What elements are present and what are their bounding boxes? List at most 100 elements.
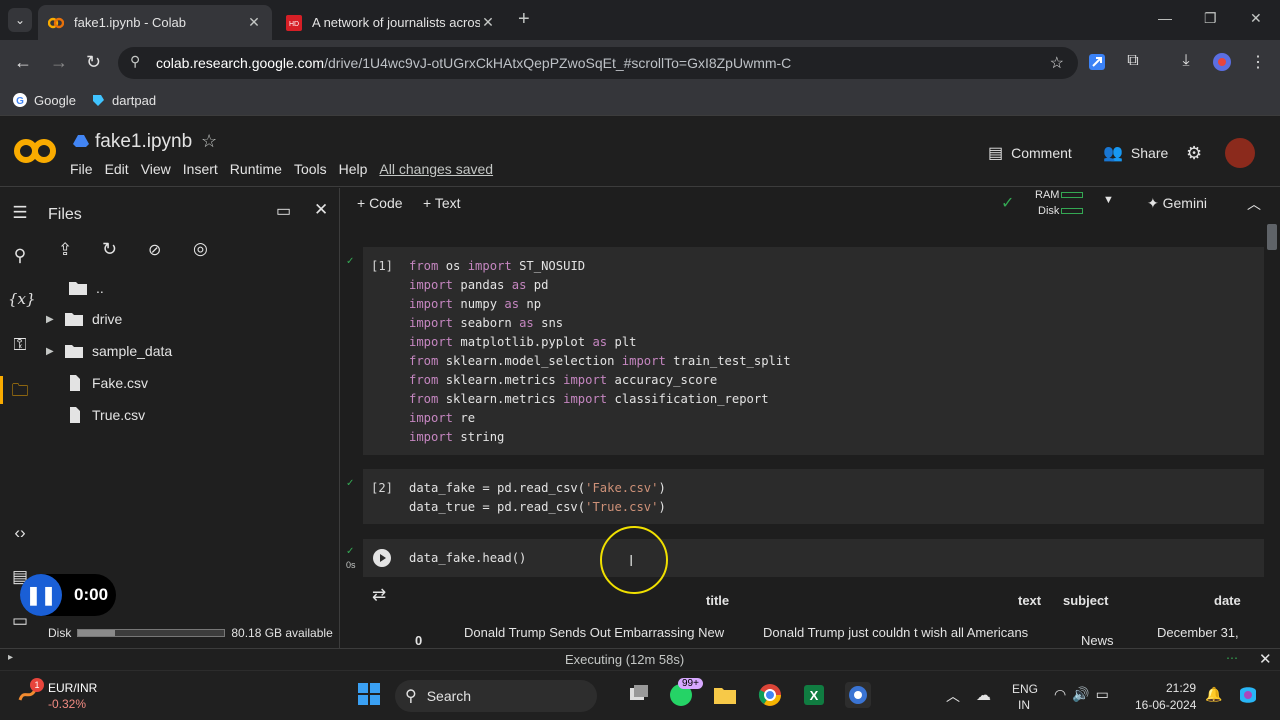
pause-icon[interactable]: ❚❚ <box>20 574 62 616</box>
notebook-title[interactable]: fake1.ipynb <box>95 131 192 153</box>
menu-edit[interactable]: Edit <box>105 161 129 177</box>
notifications-bell-icon[interactable]: 🔔 <box>1205 686 1222 703</box>
gemini-button[interactable]: ✦ Gemini <box>1147 195 1207 212</box>
menu-runtime[interactable]: Runtime <box>230 161 282 177</box>
forward-icon[interactable]: → <box>50 52 68 73</box>
share-button[interactable]: 👥 Share <box>1103 143 1168 163</box>
collapse-header-icon[interactable]: ︿ <box>1247 194 1261 214</box>
output-actions-icon[interactable]: ⇄ <box>372 585 386 605</box>
upload-file-icon[interactable]: ⇪ <box>58 240 72 260</box>
table-of-contents-icon[interactable]: ☰ <box>8 203 32 227</box>
copilot-icon[interactable] <box>1236 683 1260 707</box>
new-tab-icon[interactable]: + <box>518 8 530 31</box>
user-avatar[interactable] <box>1225 138 1255 168</box>
add-text-button[interactable]: + Text <box>423 195 461 211</box>
table-cell-title: Donald Trump Sends Out Embarrassing New <box>464 625 725 640</box>
cell-code[interactable]: from os import ST_NOSUID import pandas as… <box>409 257 791 447</box>
menu-file[interactable]: File <box>70 161 93 177</box>
show-hidden-icons[interactable]: ︿ <box>946 686 960 706</box>
back-icon[interactable]: ← <box>14 52 32 73</box>
windows-start-icon[interactable] <box>356 682 382 708</box>
expand-status-icon[interactable]: ▸ <box>8 652 13 663</box>
profile-avatar-icon[interactable] <box>1211 52 1233 74</box>
chrome-icon[interactable] <box>757 682 783 708</box>
site-info-icon[interactable]: ⚲ <box>130 53 140 70</box>
onedrive-cloud-icon[interactable]: ☁ <box>976 686 991 704</box>
weather-widget[interactable]: 1 <box>16 678 44 706</box>
expand-caret-icon[interactable]: ▶ <box>46 346 64 357</box>
excel-icon[interactable]: X <box>801 682 827 708</box>
extensions-puzzle-icon[interactable]: ⧉ <box>1122 52 1144 74</box>
expand-caret-icon[interactable]: ▶ <box>46 314 64 325</box>
close-window-icon[interactable]: ✕ <box>1250 10 1262 27</box>
resources-dropdown-icon[interactable]: ▼ <box>1103 194 1114 206</box>
terminal-icon[interactable]: ▭ <box>8 611 32 635</box>
refresh-icon[interactable]: ↻ <box>102 239 117 260</box>
code-cell-2[interactable]: [2] data_fake = pd.read_csv('Fake.csv') d… <box>363 469 1264 524</box>
tab-search-button[interactable]: ⌄ <box>8 8 32 32</box>
hide-files-icon[interactable]: ◎ <box>193 239 208 259</box>
cell-code[interactable]: data_fake = pd.read_csv('Fake.csv') data_… <box>409 479 666 517</box>
variables-icon[interactable]: {x} <box>8 290 36 314</box>
bookmark-dartpad[interactable]: dartpad <box>90 92 156 108</box>
file-item-sample-data[interactable]: ▶ sample_data <box>46 340 172 362</box>
reload-icon[interactable]: ↻ <box>86 52 101 73</box>
bookmark-google[interactable]: G Google <box>12 92 76 108</box>
secrets-key-icon[interactable]: ⚿ <box>8 335 32 359</box>
taskbar-search[interactable]: ⚲ Search <box>395 680 597 712</box>
clock-date[interactable]: 16-06-2024 <box>1135 698 1196 712</box>
whatsapp-icon[interactable]: 99+ <box>668 678 703 708</box>
run-cell-icon[interactable] <box>372 548 392 568</box>
close-panel-icon[interactable]: ✕ <box>314 200 328 220</box>
files-folder-icon[interactable]: 🗀 <box>8 378 32 402</box>
search-icon[interactable]: ⚲ <box>8 246 32 270</box>
code-snippets-icon[interactable]: ‹› <box>8 523 32 547</box>
disk-resource-label[interactable]: Disk <box>1038 205 1059 217</box>
file-item-fake-csv[interactable]: Fake.csv <box>64 372 148 394</box>
restore-icon[interactable]: ❐ <box>1204 10 1217 27</box>
extension-blue-icon[interactable] <box>1086 52 1108 74</box>
open-in-tab-icon[interactable]: ▭ <box>276 201 291 221</box>
status-dots-icon[interactable]: ⋯ <box>1226 651 1238 665</box>
menu-tools[interactable]: Tools <box>294 161 327 177</box>
app-icon-active[interactable] <box>845 682 871 708</box>
file-explorer-icon[interactable] <box>712 682 738 708</box>
screen-recorder-widget[interactable]: ❚❚ 0:00 <box>20 574 116 616</box>
tab-colab[interactable]: fake1.ipynb - Colab ✕ <box>38 5 272 40</box>
file-item-parent[interactable]: .. <box>50 277 104 299</box>
url-host: colab.research.google.com <box>156 55 325 71</box>
bookmark-star-icon[interactable]: ☆ <box>1050 53 1064 73</box>
task-view-icon[interactable] <box>626 682 652 708</box>
svg-text:X: X <box>810 688 819 703</box>
minimize-icon[interactable]: — <box>1158 10 1172 26</box>
download-icon[interactable]: ⤓ <box>1175 52 1197 74</box>
language-indicator[interactable]: ENG <box>1012 682 1038 696</box>
cell-code[interactable]: data_fake.head() <box>409 549 526 568</box>
star-icon[interactable]: ☆ <box>201 131 217 152</box>
code-cell-1[interactable]: [1] from os import ST_NOSUID import panda… <box>363 247 1264 455</box>
clock-time[interactable]: 21:29 <box>1166 681 1196 695</box>
menu-view[interactable]: View <box>141 161 171 177</box>
settings-gear-icon[interactable]: ⚙ <box>1186 143 1202 164</box>
code-cell-3[interactable]: data_fake.head() <box>363 539 1264 577</box>
browser-menu-icon[interactable]: ⋮ <box>1247 52 1269 74</box>
save-status[interactable]: All changes saved <box>379 161 493 177</box>
scrollbar-thumb[interactable] <box>1267 224 1277 250</box>
close-tab-icon[interactable]: ✕ <box>480 14 496 31</box>
add-code-button[interactable]: + Code <box>357 195 403 211</box>
colab-logo-icon[interactable] <box>14 135 56 167</box>
ram-label[interactable]: RAM <box>1035 189 1059 201</box>
close-status-icon[interactable]: ✕ <box>1259 650 1272 668</box>
unmount-drive-icon[interactable]: ⊘ <box>148 240 161 260</box>
execution-status[interactable]: Executing (12m 58s) <box>565 652 684 667</box>
tab-news[interactable]: HD A network of journalists across ✕ <box>276 5 506 40</box>
ram-meter <box>1061 192 1083 198</box>
menu-help[interactable]: Help <box>339 161 368 177</box>
file-item-true-csv[interactable]: True.csv <box>64 404 145 426</box>
menu-insert[interactable]: Insert <box>183 161 218 177</box>
close-tab-icon[interactable]: ✕ <box>246 14 262 31</box>
file-item-drive[interactable]: ▶ drive <box>46 308 122 330</box>
network-volume-battery-icons[interactable]: ◠🔊▭ <box>1054 686 1115 703</box>
address-bar[interactable]: ⚲ colab.research.google.com/drive/1U4wc9… <box>118 47 1078 79</box>
comment-button[interactable]: ▤ Comment <box>988 143 1072 163</box>
